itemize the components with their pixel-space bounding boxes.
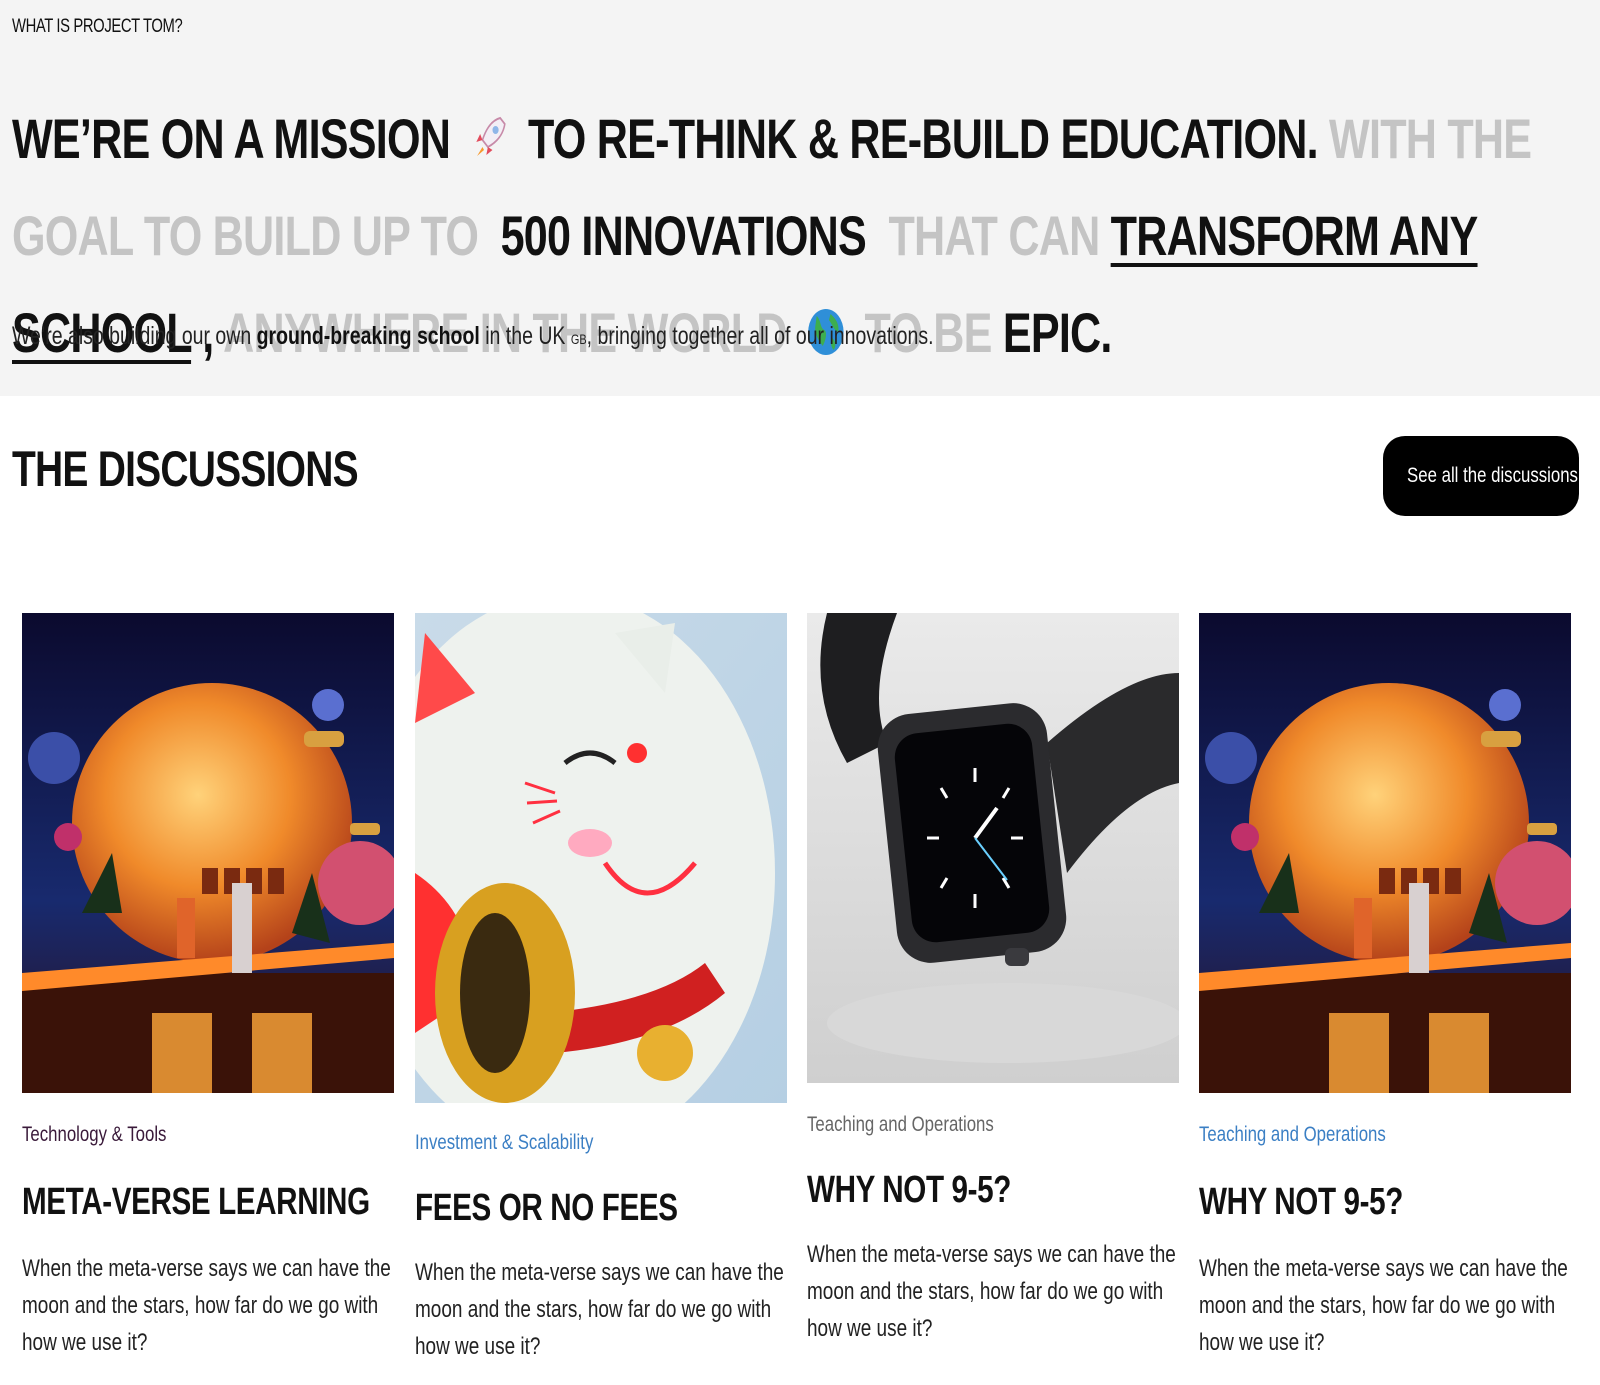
metaverse-scene-image	[1199, 613, 1571, 1093]
card-description: When the meta-verse says we can have the…	[415, 1259, 784, 1360]
card-image[interactable]	[415, 613, 787, 1103]
discussion-card[interactable]: Technology & Tools META-VERSE LEARNING W…	[22, 613, 394, 1361]
school-note-bold: ground-breaking school	[256, 322, 480, 350]
discussion-card[interactable]: Teaching and Operations WHY NOT 9-5? Whe…	[1199, 613, 1571, 1361]
discussion-card[interactable]: Investment & Scalability FEES OR NO FEES…	[415, 613, 787, 1365]
school-note-text-b: in the UK	[485, 322, 566, 350]
card-title[interactable]: FEES OR NO FEES	[415, 1187, 705, 1230]
school-note: We’re also building our own ground-break…	[12, 322, 934, 351]
rocket-icon	[475, 116, 506, 156]
card-category[interactable]: Teaching and Operations	[1199, 1123, 1497, 1147]
card-image[interactable]	[807, 613, 1179, 1083]
school-note-text-a: We’re also building our own	[12, 322, 252, 350]
gb-flag-icon: GB	[570, 331, 587, 347]
smartwatch-image	[807, 613, 1179, 1083]
card-category[interactable]: Technology & Tools	[22, 1123, 320, 1147]
discussions-title: THE DISCUSSIONS	[12, 441, 359, 497]
mission-part-8: EPIC.	[1002, 301, 1113, 364]
metaverse-scene-image	[22, 613, 394, 1093]
card-description: When the meta-verse says we can have the…	[807, 1241, 1176, 1342]
mission-part-4: INNOVATIONS	[581, 204, 867, 267]
mission-section: WHAT IS PROJECT TOM? WE’RE ON A MISSION …	[0, 0, 1600, 396]
see-all-label: See all the discussions →	[1407, 464, 1600, 487]
see-all-discussions-button[interactable]: See all the discussions →	[1383, 436, 1599, 516]
card-description: When the meta-verse says we can have the…	[22, 1255, 391, 1356]
card-image[interactable]	[22, 613, 394, 1093]
card-category[interactable]: Teaching and Operations	[807, 1113, 1105, 1137]
section-eyebrow: WHAT IS PROJECT TOM?	[12, 16, 183, 37]
mission-part-2: TO RE-THINK & RE-BUILD EDUCATION.	[527, 107, 1319, 170]
card-title[interactable]: WHY NOT 9-5?	[807, 1169, 1097, 1212]
card-title[interactable]: WHY NOT 9-5?	[1199, 1181, 1489, 1224]
card-category[interactable]: Investment & Scalability	[415, 1131, 713, 1155]
mission-part-5: THAT CAN	[888, 204, 1100, 267]
mission-number: 500	[500, 204, 571, 267]
card-image[interactable]	[1199, 613, 1571, 1093]
discussion-card[interactable]: Teaching and Operations WHY NOT 9-5? Whe…	[807, 613, 1179, 1347]
mission-part-1: WE’RE ON A MISSION	[12, 107, 451, 170]
lucky-cat-image	[415, 613, 787, 1103]
school-note-text-c: , bringing together all of our innovatio…	[586, 322, 934, 350]
card-title[interactable]: META-VERSE LEARNING	[22, 1181, 370, 1224]
card-description: When the meta-verse says we can have the…	[1199, 1255, 1568, 1356]
